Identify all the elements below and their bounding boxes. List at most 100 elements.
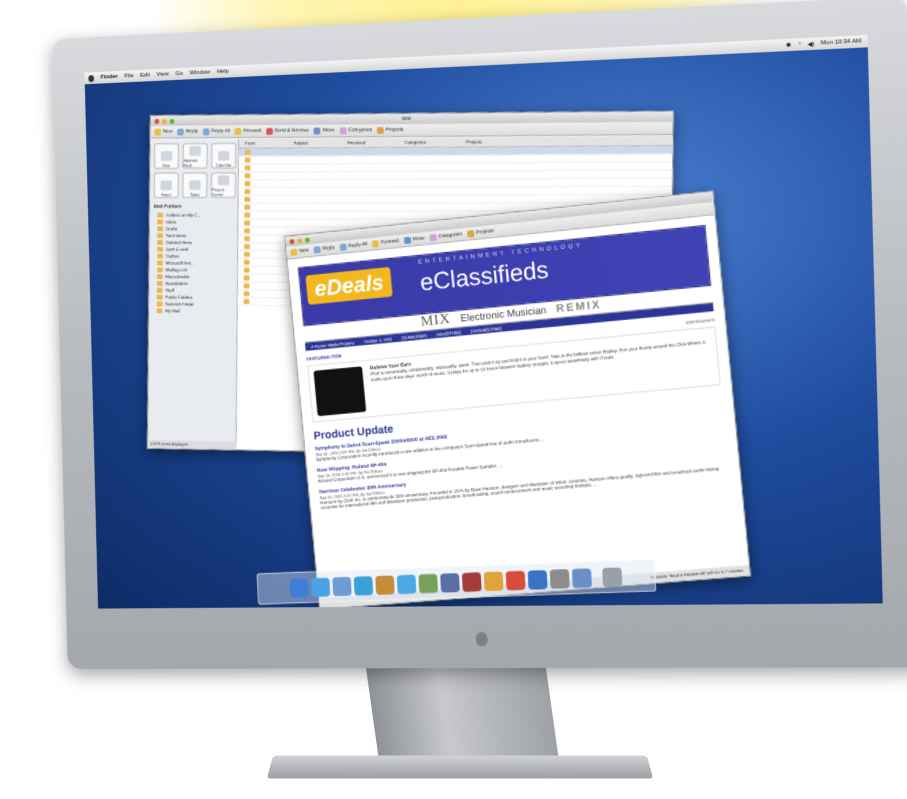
reply-button[interactable]: Reply	[177, 128, 198, 135]
column-categories[interactable]: Categories	[405, 140, 426, 145]
screen: Finder File Edit View Go Window Help ✱ ◔…	[85, 35, 883, 609]
volume-icon[interactable]: ◀)	[807, 40, 814, 47]
message-icon	[245, 181, 251, 186]
address-book-button[interactable]: Address Book	[183, 143, 208, 169]
notes-button[interactable]: Notes	[154, 173, 179, 198]
calendar-button[interactable]: Calendar	[211, 143, 236, 169]
system-preferences-icon[interactable]	[549, 569, 569, 589]
projects-icon	[377, 127, 384, 134]
folder-label: Folders on My C...	[166, 213, 201, 218]
folder-item[interactable]: Drafts	[150, 225, 238, 232]
menu-window[interactable]: Window	[190, 70, 211, 77]
msg-move-button[interactable]: Move	[403, 235, 424, 244]
msg-projects-label: Projects	[476, 228, 494, 236]
menu-view[interactable]: View	[157, 71, 169, 77]
msg-projects-button[interactable]: Projects	[467, 227, 494, 237]
column-projects[interactable]: Projects	[466, 139, 482, 144]
msg-categories-label: Categories	[438, 231, 462, 239]
message-icon	[244, 244, 250, 249]
msg-forward-button[interactable]: Forward	[372, 237, 399, 247]
message-icon	[245, 189, 251, 194]
minimize-icon[interactable]	[297, 238, 302, 243]
categories-button[interactable]: Categories	[340, 127, 372, 134]
menu-go[interactable]: Go	[175, 71, 183, 77]
idvd-icon[interactable]	[461, 572, 481, 592]
brand-remix[interactable]: REMIX	[556, 299, 602, 315]
trash-icon[interactable]	[602, 567, 622, 587]
bluetooth-icon[interactable]: ✱	[786, 41, 791, 48]
menu-app[interactable]: Finder	[101, 74, 118, 81]
message-icon	[244, 268, 250, 273]
folder-icon	[157, 226, 163, 231]
reply-all-button[interactable]: Reply All	[203, 128, 230, 135]
message-icon	[244, 291, 250, 296]
newsletter-body: eDeals ENTERTAINMENT TECHNOLOGY eClassif…	[287, 216, 748, 599]
imovie-icon[interactable]	[440, 573, 460, 593]
folder-label: Microsoft Ent...	[166, 261, 195, 266]
menu-help[interactable]: Help	[217, 69, 229, 75]
message-icon	[244, 236, 250, 241]
view-switcher: New Address Book Calendar Notes Tasks Pr…	[150, 139, 238, 202]
brand-mix[interactable]: MIX	[420, 312, 451, 331]
ical-icon[interactable]	[505, 570, 525, 590]
folders-header: Mail Folders	[150, 202, 238, 212]
folder-label: Deleted Items	[166, 240, 192, 245]
stand-base	[267, 756, 653, 779]
folder-item[interactable]: Folders on My C...	[150, 212, 238, 219]
wifi-icon[interactable]: ◔	[797, 41, 801, 47]
folder-icon	[157, 261, 163, 266]
mail-icon[interactable]	[332, 576, 351, 595]
edeals-logo[interactable]: eDeals	[305, 267, 392, 305]
send-receive-button[interactable]: Send & Receive	[266, 127, 309, 134]
view-mail-button[interactable]: New	[154, 143, 179, 169]
nav-unsubscribe-link[interactable]: [UNSUBSCRIBE]	[471, 325, 502, 333]
forward-label: Forward	[243, 128, 261, 134]
tasks-icon	[189, 180, 201, 190]
applications-icon[interactable]	[571, 568, 591, 588]
menu-clock[interactable]: Mon 10:34 AM	[821, 38, 862, 46]
project-center-button[interactable]: Project Center	[211, 172, 236, 198]
folder-icon	[157, 233, 163, 238]
quicktime-icon[interactable]	[527, 569, 547, 589]
zoom-icon[interactable]	[305, 237, 310, 242]
msg-new-button[interactable]: New	[290, 247, 309, 256]
projects-button[interactable]: Projects	[377, 126, 404, 133]
menu-file[interactable]: File	[124, 73, 133, 79]
msg-reply-all-button[interactable]: Reply All	[339, 241, 367, 251]
column-from[interactable]: From	[245, 141, 255, 146]
ipod-image[interactable]	[313, 366, 366, 416]
apple-menu-icon[interactable]	[88, 75, 94, 82]
tasks-button[interactable]: Tasks	[182, 172, 207, 198]
menu-bar: Finder File Edit View Go Window Help ✱ ◔…	[85, 35, 868, 84]
message-icon	[244, 299, 250, 304]
projects-label: Projects	[386, 127, 404, 133]
menu-edit[interactable]: Edit	[140, 72, 150, 78]
folder-label: Macromedia	[165, 274, 189, 279]
address-book-icon[interactable]	[375, 575, 395, 595]
msg-categories-button[interactable]: Categories	[429, 231, 462, 241]
nav-advertise-link[interactable]: [ADVERTISE]	[436, 329, 461, 336]
msg-reply-all-label: Reply All	[348, 241, 367, 249]
folder-item[interactable]: Inbox	[150, 219, 238, 226]
folder-label: My Mail	[165, 308, 180, 313]
column-subject[interactable]: Subject	[294, 140, 309, 145]
iphoto-icon[interactable]	[418, 573, 438, 593]
forward-button[interactable]: Forward	[235, 128, 261, 135]
new-button[interactable]: New	[154, 128, 172, 135]
msg-reply-label: Reply	[322, 245, 335, 252]
move-button[interactable]: Move	[314, 127, 335, 134]
itunes-icon[interactable]	[396, 574, 416, 594]
ad-label: advertisement	[685, 317, 714, 325]
safari-icon[interactable]	[310, 577, 329, 596]
close-icon[interactable]	[289, 239, 294, 244]
address-book-icon	[189, 146, 201, 156]
message-icon	[245, 150, 251, 155]
finder-icon[interactable]	[289, 578, 308, 597]
nav-subscribe-link[interactable]: [SUBSCRIBE]	[402, 333, 427, 340]
folder-icon	[157, 302, 163, 307]
column-received[interactable]: Received	[347, 140, 365, 145]
garageband-icon[interactable]	[483, 571, 503, 591]
folder-item[interactable]: My Mail	[149, 307, 237, 314]
msg-reply-button[interactable]: Reply	[313, 244, 335, 253]
ichat-icon[interactable]	[353, 576, 373, 595]
